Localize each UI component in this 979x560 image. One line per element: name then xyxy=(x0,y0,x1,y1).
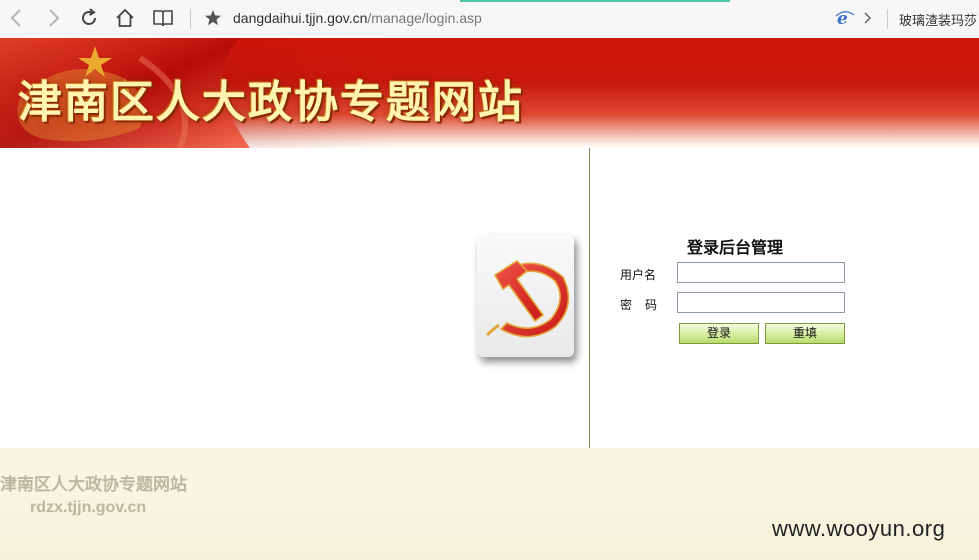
refresh-icon[interactable] xyxy=(78,7,100,29)
hammer-sickle-icon xyxy=(485,259,570,338)
loading-indicator xyxy=(460,0,730,2)
password-label: 密码 xyxy=(620,298,671,312)
browser-toolbar: dangdaihui.tjjn.gov.cn/manage/login.asp … xyxy=(0,0,979,39)
password-input[interactable] xyxy=(677,292,845,313)
username-label: 用户名 xyxy=(620,268,657,282)
url-host: dangdaihui.tjjn.gov.cn xyxy=(233,10,368,26)
forward-icon[interactable] xyxy=(42,7,64,29)
login-title: 登录后台管理 xyxy=(687,238,784,257)
toolbar-separator xyxy=(887,9,888,29)
vertical-divider xyxy=(589,148,590,448)
page: dangdaihui.tjjn.gov.cn/manage/login.asp … xyxy=(0,0,979,560)
login-button[interactable]: 登录 xyxy=(679,323,759,344)
address-bar[interactable]: dangdaihui.tjjn.gov.cn/manage/login.asp xyxy=(233,10,482,26)
site-banner: 津南区人大政协专题网站 xyxy=(0,38,979,148)
favorite-star-icon[interactable] xyxy=(202,7,224,29)
toolbar-separator xyxy=(190,9,191,29)
footer-site-name: 津南区人大政协专题网站 xyxy=(0,475,187,495)
url-path: /manage/login.asp xyxy=(367,10,482,26)
party-emblem-card xyxy=(477,235,574,357)
watermark: www.wooyun.org xyxy=(772,516,946,541)
back-icon[interactable] xyxy=(6,7,28,29)
footer-domain: rdzx.tjjn.gov.cn xyxy=(30,499,147,516)
site-footer xyxy=(0,448,979,560)
username-input[interactable] xyxy=(677,262,845,283)
ie-compat-icon[interactable]: e xyxy=(834,7,856,29)
reset-button[interactable]: 重填 xyxy=(765,323,845,344)
tab-title-snippet[interactable]: 玻璃渣装玛莎 xyxy=(899,10,979,29)
home-icon[interactable] xyxy=(114,7,136,29)
chevron-right-icon[interactable] xyxy=(856,7,878,29)
reading-view-icon[interactable] xyxy=(152,7,174,29)
banner-title: 津南区人大政协专题网站 xyxy=(18,77,524,128)
